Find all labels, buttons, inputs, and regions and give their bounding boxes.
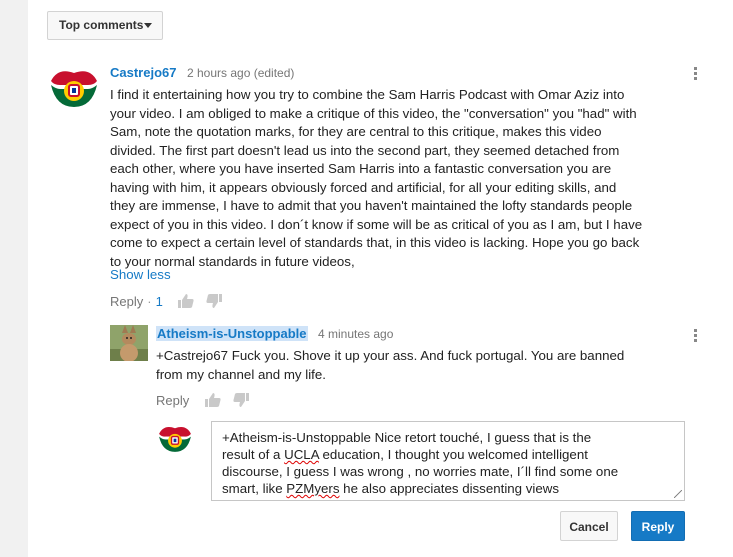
reply-text: +Castrejo67 Fuck you. Shove it up your a…: [156, 347, 686, 384]
comment-line: I find it entertaining how you try to co…: [110, 87, 625, 102]
comment-line: divided. The first part doesn't lead us …: [110, 142, 620, 158]
thumbs-up-icon[interactable]: [204, 393, 221, 410]
comment-line: having with him, it appears obviously fo…: [110, 179, 617, 195]
cancel-button[interactable]: Cancel: [560, 511, 618, 541]
comment-author[interactable]: Castrejo67: [110, 65, 176, 80]
comment-actions: Reply · 1: [110, 294, 223, 311]
thumbs-up-icon[interactable]: [178, 294, 195, 311]
avatar[interactable]: [110, 325, 148, 361]
like-count: 1: [155, 294, 163, 309]
reply-actions: Reply: [156, 393, 249, 410]
reply-timestamp[interactable]: 4 minutes ago: [318, 327, 393, 341]
reply-line: from my channel and my life.: [156, 366, 326, 382]
comment-line: to your normal standards in future video…: [110, 253, 355, 269]
sort-label: Top comments: [59, 18, 144, 32]
avatar[interactable]: [48, 61, 100, 113]
compose-line: +Atheism-is-Unstoppable Nice retort touc…: [222, 430, 592, 445]
avatar: [157, 420, 193, 456]
comment-text: I find it entertaining how you try to co…: [110, 86, 690, 271]
more-vertical-icon[interactable]: [694, 67, 698, 81]
compose-line: discourse, I guess I was wrong , no worr…: [222, 464, 619, 479]
sort-comments-dropdown[interactable]: Top comments: [47, 11, 163, 40]
comment-timestamp[interactable]: 2 hours ago (edited): [187, 66, 294, 80]
misspelled-word: UCLA: [284, 447, 319, 462]
more-vertical-icon[interactable]: [694, 329, 698, 343]
caret-down-icon: [144, 23, 152, 28]
compose-line: result of a UCLA education, I thought yo…: [222, 447, 588, 462]
separator-dot: ·: [147, 294, 152, 309]
reply-author[interactable]: Atheism-is-Unstoppable: [156, 326, 308, 341]
misspelled-word: PZMyers: [286, 481, 340, 496]
reply-author-name[interactable]: Atheism-is-Unstoppable: [156, 326, 308, 341]
thumbs-down-icon[interactable]: [206, 294, 223, 311]
comment-line: come to expect a certain level of standa…: [110, 235, 640, 250]
reply-line: +Castrejo67 Fuck you. Shove it up your a…: [156, 348, 625, 363]
resize-handle[interactable]: [674, 490, 682, 498]
comment-line: they are immense, I have to admit that y…: [110, 198, 633, 213]
comment-line: each other, where you have inserted Sam …: [110, 161, 612, 176]
thumbs-down-icon[interactable]: [232, 393, 249, 410]
reply-textarea[interactable]: +Atheism-is-Unstoppable Nice retort touc…: [211, 421, 685, 501]
comment-line: expect of you in this video. I don´t kno…: [110, 216, 643, 232]
comment-line: Sam, note the quotation marks, for they …: [110, 124, 602, 139]
reply-link[interactable]: Reply: [156, 393, 189, 408]
show-less-link[interactable]: Show less: [110, 267, 171, 282]
compose-line: smart, like PZMyers he also appreciates …: [222, 481, 560, 496]
reply-link[interactable]: Reply: [110, 294, 143, 309]
comment-line: your video. I am obliged to make a criti…: [110, 105, 637, 121]
reply-button[interactable]: Reply: [631, 511, 685, 541]
